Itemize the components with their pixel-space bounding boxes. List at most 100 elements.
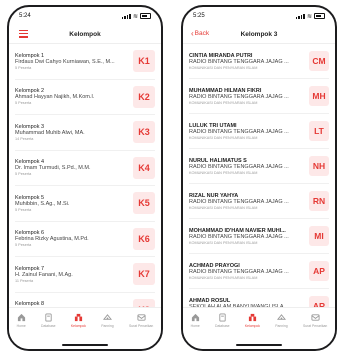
kelompok-leader: Muhibbin, S.Ag., M.Si. <box>15 200 70 207</box>
member-organization: RADIO BINTANG TENGGARA JAJAG ... <box>189 198 289 205</box>
member-organization: RADIO BINTANG TENGGARA JAJAG ... <box>189 93 289 100</box>
kelompok-list: Kelompok 1 Firdaus Dwi Cahyo Kurniawan, S… <box>9 44 161 328</box>
member-item-text: LULUK TRI UTAMI RADIO BINTANG TENGGARA JA… <box>189 123 289 140</box>
kelompok-item-text: Kelompok 2 Ahmad Hayyan Najikh, M.Kom.I. 5… <box>15 88 94 105</box>
tab-surat-penarikan[interactable]: Surat Penarikan <box>129 313 153 328</box>
kelompok-item-text: Kelompok 1 Firdaus Dwi Cahyo Kurniawan, S… <box>15 53 115 70</box>
member-department: KOMUNIKASI DAN PENYIARAN ISLAM <box>189 275 258 280</box>
phone-kelompok-detail: 5:25 ≋ ‹ Back Kelompok 3 CINTIA MIRANDA … <box>181 5 337 351</box>
tab-kelompok[interactable]: Kelompok <box>71 313 86 328</box>
home-indicator <box>62 344 108 346</box>
kelompok-code-badge: K2 <box>133 85 155 108</box>
tab-label: Kelompok <box>244 324 260 328</box>
kelompok-item[interactable]: Kelompok 6 Febrina Rizky Agustina, M.Pd. 5… <box>15 222 155 257</box>
wifi-icon: ≋ <box>306 13 312 20</box>
tab-kelompok[interactable]: Kelompok <box>245 313 260 328</box>
tab-home[interactable]: Home <box>191 313 200 328</box>
planning-icon <box>102 313 112 324</box>
member-organization: RADIO BINTANG TENGGARA JAJAG ... <box>189 128 289 135</box>
tab-panning[interactable]: Panning <box>101 313 114 328</box>
member-initials-badge: LT <box>309 121 329 141</box>
kelompok-item[interactable]: Kelompok 7 H. Zainul Fanani, M.Ag. 11 Pese… <box>15 257 155 293</box>
tab-panning[interactable]: Panning <box>275 313 288 328</box>
kelompok-code-badge: K6 <box>133 227 155 250</box>
bottom-tab-bar: Home Database Kelompok Panning Surat Penarik… <box>183 307 335 349</box>
app-bar: ‹ Back Kelompok 3 <box>183 25 335 44</box>
kelompok-count: 14 Peserta <box>15 136 34 141</box>
kelompok-code-badge: K3 <box>133 121 155 144</box>
database-icon <box>218 313 227 324</box>
status-icons: ≋ <box>121 13 151 20</box>
status-icons: ≋ <box>295 13 325 20</box>
member-initials-badge: CM <box>309 51 329 71</box>
tab-label: Panning <box>101 324 114 328</box>
member-initials-badge: MI <box>309 226 329 246</box>
battery-icon <box>140 13 151 19</box>
home-icon <box>17 313 26 324</box>
kelompok-item[interactable]: Kelompok 5 Muhibbin, S.Ag., M.Si. 5 Pesert… <box>15 186 155 222</box>
member-department: KOMUNIKASI DAN PENYIARAN ISLAM <box>189 100 258 105</box>
battery-icon <box>314 13 325 19</box>
member-initials-badge: RN <box>309 191 329 211</box>
signal-icon <box>295 13 305 19</box>
kelompok-item[interactable]: Kelompok 4 Dr. Imam Turmudi, S.Pd., M.M. 5… <box>15 151 155 186</box>
tab-database[interactable]: Database <box>215 313 230 328</box>
member-organization: RADIO BINTANG TENGGARA JAJAG ... <box>189 58 289 65</box>
member-department: KOMUNIKASI DAN PENYIARAN ISLAM <box>189 205 258 210</box>
member-item[interactable]: ACHMAD PRAYOGI RADIO BINTANG TENGGARA JAJ… <box>189 254 329 289</box>
phone-kelompok-list: 5:24 ≋ Kelompok Kelompok 1 Firdaus Dwi Ca… <box>7 5 163 351</box>
member-item-text: MOHAMMAD ID'HAM NAVIER MUHI... RADIO BINT… <box>189 228 289 245</box>
kelompok-count: 5 Peserta <box>15 172 32 177</box>
tab-label: Surat Penarikan <box>129 324 154 328</box>
member-department: KOMUNIKASI DAN PENYIARAN ISLAM <box>189 170 258 175</box>
kelompok-leader: Ahmad Hayyan Najikh, M.Kom.I. <box>15 94 95 101</box>
status-time: 5:25 <box>193 13 205 19</box>
kelompok-count: 11 Peserta <box>15 278 34 283</box>
kelompok-leader: Febrina Rizky Agustina, M.Pd. <box>15 236 89 243</box>
status-bar: 5:25 ≋ <box>183 7 335 25</box>
member-initials-badge: AP <box>309 261 329 281</box>
member-initials-badge: MH <box>309 86 329 106</box>
kelompok-count: 5 Peserta <box>15 101 32 106</box>
app-bar: Kelompok <box>9 25 161 44</box>
wifi-icon: ≋ <box>132 13 138 20</box>
page-title: Kelompok <box>69 30 101 38</box>
member-item-text: ACHMAD PRAYOGI RADIO BINTANG TENGGARA JAJ… <box>189 263 289 280</box>
page-title: Kelompok 3 <box>240 30 278 38</box>
kelompok-item-text: Kelompok 7 H. Zainul Fanani, M.Ag. 11 Pese… <box>15 266 73 283</box>
bottom-tab-bar: Home Database Kelompok Panning Surat Penarik… <box>9 307 161 349</box>
tab-surat-penarikan[interactable]: Surat Penarikan <box>303 313 327 328</box>
member-item-text: MUHAMMAD HILMAN FIKRI RADIO BINTANG TENGG… <box>189 88 289 105</box>
member-item[interactable]: MOHAMMAD ID'HAM NAVIER MUHI... RADIO BINT… <box>189 219 329 254</box>
member-item[interactable]: NURUL HALIMATUS S RADIO BINTANG TENGGARA … <box>189 149 329 184</box>
kelompok-item[interactable]: Kelompok 3 Muhammad Muhib Alwi, MA. 14 Pes… <box>15 115 155 151</box>
kelompok-leader: Dr. Imam Turmudi, S.Pd., M.M. <box>15 165 91 172</box>
member-organization: RADIO BINTANG TENGGARA JAJAG ... <box>189 233 289 240</box>
kelompok-item-text: Kelompok 5 Muhibbin, S.Ag., M.Si. 5 Pesert… <box>15 195 69 212</box>
member-item[interactable]: RIZAL NUR YAHYA RADIO BINTANG TENGGARA JA… <box>189 184 329 219</box>
tab-label: Panning <box>275 324 288 328</box>
member-department: KOMUNIKASI DAN PENYIARAN ISLAM <box>189 135 258 140</box>
tab-home[interactable]: Home <box>17 313 26 328</box>
member-department: KOMUNIKASI DAN PENYIARAN ISLAM <box>189 65 258 70</box>
group-icon <box>248 313 257 324</box>
tab-label: Home <box>190 324 200 328</box>
mail-icon <box>137 313 146 324</box>
kelompok-code-badge: K4 <box>133 156 155 179</box>
kelompok-code-badge: K7 <box>133 263 155 286</box>
kelompok-count: 5 Peserta <box>15 65 32 70</box>
member-item[interactable]: CINTIA MIRANDA PUTRI RADIO BINTANG TENGGA… <box>189 44 329 79</box>
signal-icon <box>121 13 131 19</box>
member-item[interactable]: LULUK TRI UTAMI RADIO BINTANG TENGGARA JA… <box>189 114 329 149</box>
tab-database[interactable]: Database <box>41 313 56 328</box>
member-initials-badge: NH <box>309 156 329 176</box>
kelompok-code-badge: K5 <box>133 192 155 215</box>
kelompok-item[interactable]: Kelompok 1 Firdaus Dwi Cahyo Kurniawan, S… <box>15 44 155 80</box>
tab-label: Home <box>16 324 26 328</box>
status-bar: 5:24 ≋ <box>9 7 161 25</box>
mail-icon <box>311 313 320 324</box>
member-item[interactable]: MUHAMMAD HILMAN FIKRI RADIO BINTANG TENGG… <box>189 79 329 114</box>
kelompok-item[interactable]: Kelompok 2 Ahmad Hayyan Najikh, M.Kom.I. 5… <box>15 80 155 115</box>
kelompok-code-badge: K1 <box>133 50 155 73</box>
member-item-text: CINTIA MIRANDA PUTRI RADIO BINTANG TENGGA… <box>189 53 289 70</box>
